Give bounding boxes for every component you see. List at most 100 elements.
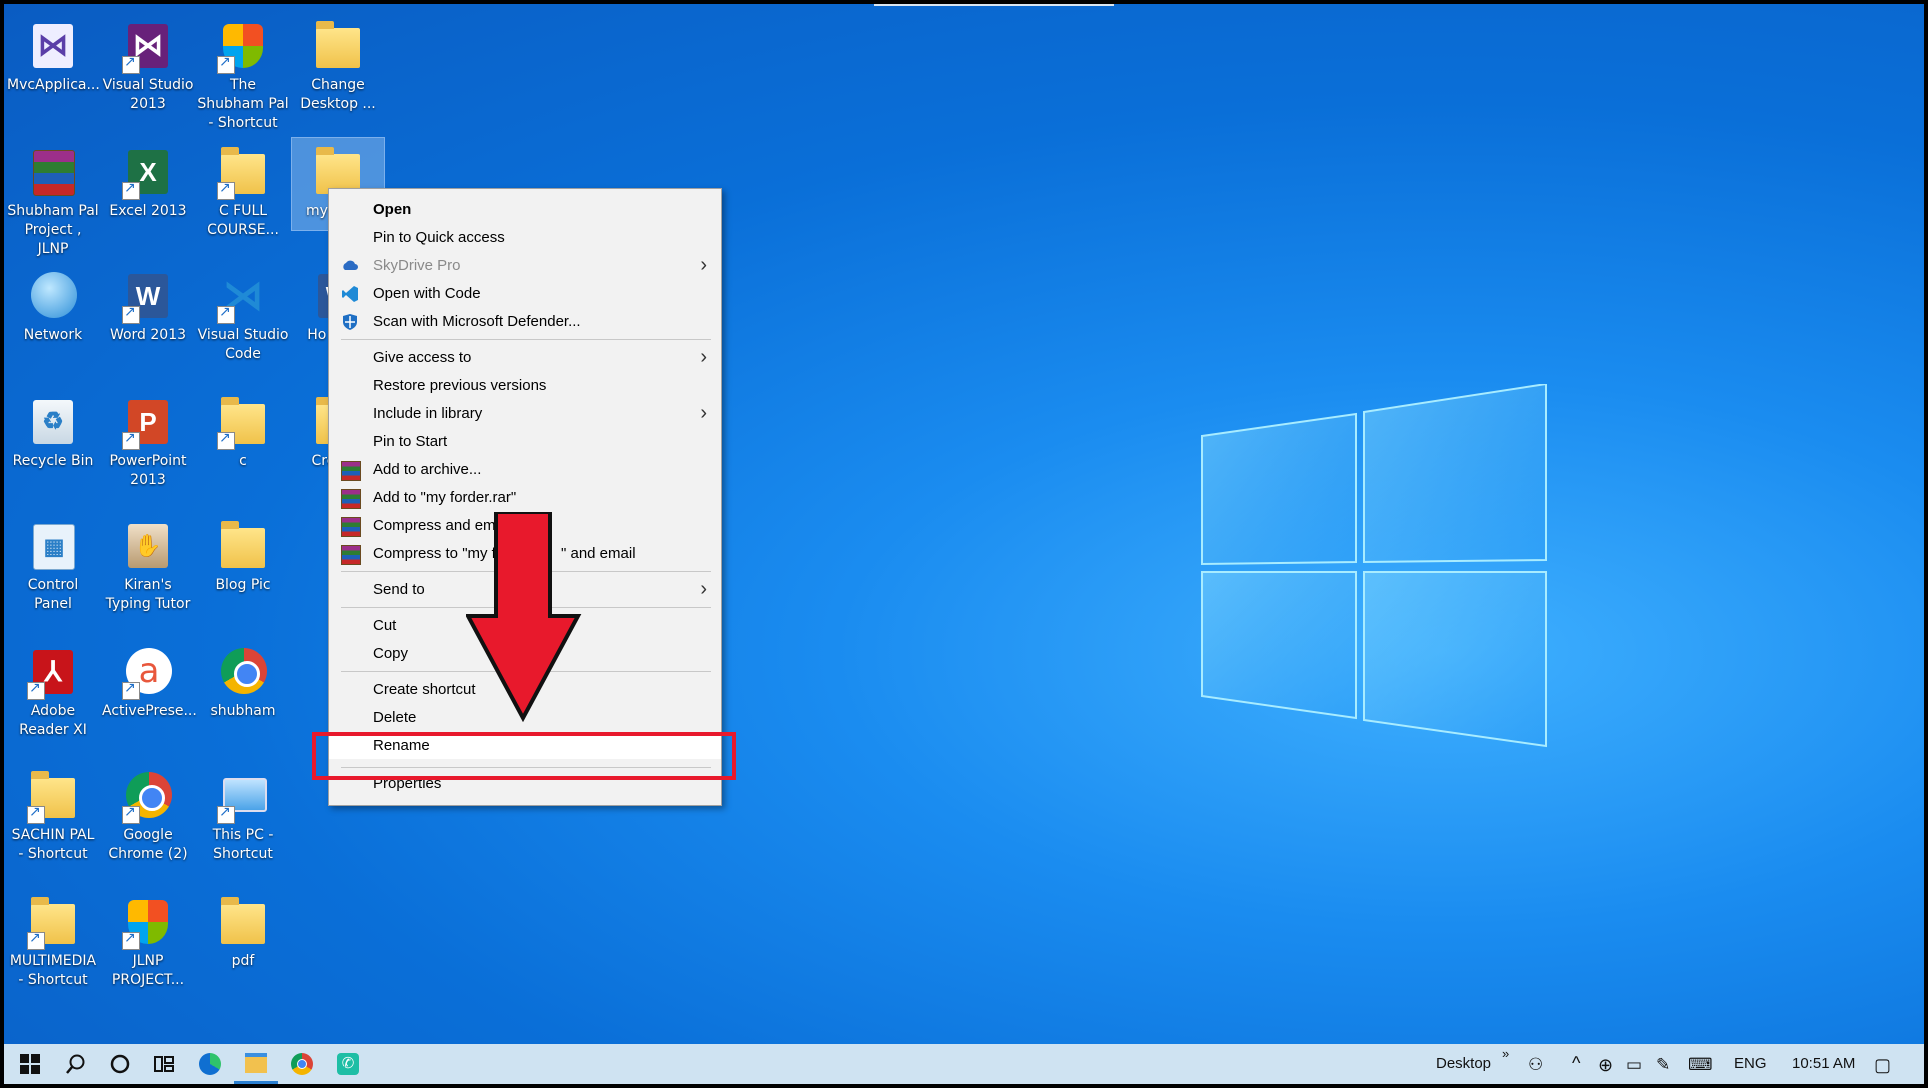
desktop-icon-the-shubham-pal[interactable]: The Shubham Pal - Shortcut (197, 12, 289, 133)
desktop-icon-excel-2013[interactable]: X Excel 2013 (102, 138, 194, 221)
cloud-icon (343, 260, 358, 270)
menu-item-label: Scan with Microsoft Defender... (373, 313, 581, 330)
control-panel-icon: ▦ (33, 524, 75, 570)
desktop-toolbar-label[interactable]: Desktop (1436, 1055, 1491, 1072)
search-icon[interactable] (54, 1044, 98, 1084)
menu-item-label: Delete (373, 709, 417, 726)
menu-item-label: SkyDrive Pro (373, 257, 461, 274)
menu-item-add-to-rar[interactable]: Add to "my forder.rar" (329, 485, 721, 511)
menu-item-label: Open (373, 201, 412, 218)
desktop-icon-label: Adobe Reader XI (19, 703, 87, 738)
visual-studio-project-icon: ⋈ (33, 24, 73, 68)
desktop-icon-label: Visual Studio Code (197, 327, 289, 362)
desktop-icon-visual-studio-2013[interactable]: ⋈ Visual Studio 2013 (102, 12, 194, 114)
desktop-icon-sachin-pal[interactable]: SACHIN PAL - Shortcut (7, 762, 99, 864)
windows-start-icon[interactable] (8, 1044, 52, 1084)
desktop-icon-google-chrome-2[interactable]: Google Chrome (2) (102, 762, 194, 864)
desktop-icon-label: Visual Studio 2013 (102, 77, 194, 112)
windows-logo-wallpaper (1201, 384, 1547, 748)
task-view-icon[interactable] (142, 1044, 186, 1084)
desktop-icon-label: MvcApplica... (7, 77, 100, 93)
rename-highlight-box (312, 732, 736, 780)
desktop-icon-label: The Shubham Pal - Shortcut (197, 77, 289, 131)
folder-icon (221, 521, 265, 568)
desktop-icon-kirans-typing-tutor[interactable]: ✋ Kiran's Typing Tutor (102, 512, 194, 614)
toolbar-chevron-icon[interactable]: » (1502, 1046, 1509, 1061)
menu-item-skydrive-pro[interactable]: SkyDrive Pro › (329, 253, 721, 279)
desktop-icon-shubham[interactable]: shubham (197, 638, 289, 721)
menu-item-label: Copy (373, 645, 409, 662)
menu-separator (341, 339, 711, 340)
menu-item-label: Pin to Quick access (373, 229, 505, 246)
menu-item-pin-quick-access[interactable]: Pin to Quick access (329, 225, 721, 251)
edge-icon[interactable] (188, 1044, 232, 1084)
chevron-right-icon: › (700, 254, 707, 276)
people-icon[interactable]: ⚇ (1528, 1055, 1543, 1075)
network-icon (31, 272, 77, 318)
desktop-icon-label: Word 2013 (109, 327, 187, 343)
window-edge-line (874, 4, 1114, 6)
desktop-icon-multimedia[interactable]: MULTIMEDIA - Shortcut (7, 888, 99, 990)
desktop-icon-c-full-course[interactable]: C FULL COURSE... (197, 138, 289, 240)
desktop-icon-control-panel[interactable]: ▦ Control Panel (7, 512, 99, 614)
desktop-icon-label: shubham (210, 703, 276, 719)
menu-item-scan-defender[interactable]: Scan with Microsoft Defender... (329, 309, 721, 335)
menu-item-add-archive[interactable]: Add to archive... (329, 457, 721, 483)
menu-item-label: Cut (373, 617, 397, 634)
desktop-icon-label: JLNP PROJECT... (111, 953, 185, 988)
menu-item-label: Pin to Start (373, 433, 448, 450)
desktop-icon-adobe-reader[interactable]: ⅄ Adobe Reader XI (7, 638, 99, 740)
menu-item-open-with-code[interactable]: Open with Code (329, 281, 721, 307)
desktop-icon-recycle-bin[interactable]: ♻ Recycle Bin (7, 388, 99, 471)
desktop-icon-activepresenter[interactable]: a ActivePrese... (102, 638, 197, 721)
clock[interactable]: 10:51 AM (1792, 1055, 1855, 1072)
desktop-icon-pdf[interactable]: pdf (197, 888, 289, 971)
winrar-icon (341, 489, 361, 509)
desktop-icon-label: Change Desktop ... (300, 77, 376, 112)
desktop-icon-c[interactable]: c (197, 388, 289, 471)
desktop-icon-shubham-pal-project[interactable]: Shubham Pal Project , JLNP (7, 138, 99, 259)
typing-tutor-icon: ✋ (128, 524, 168, 568)
desktop-icon-mvcapplica[interactable]: ⋈ MvcApplica... (7, 12, 100, 95)
desktop-icon-powerpoint-2013[interactable]: P PowerPoint 2013 (102, 388, 194, 490)
desktop-icon-this-pc[interactable]: This PC - Shortcut (197, 762, 289, 864)
menu-item-label: Give access to (373, 349, 472, 366)
desktop-icon-label: Control Panel (27, 577, 79, 612)
taskbar: ✆ Desktop » ⚇ ^ ⊕ ▭ ✎ ⌨ ENG 10:51 AM ▢ (4, 1044, 1924, 1084)
menu-item-open[interactable]: Open (329, 197, 721, 223)
menu-item-give-access[interactable]: Give access to › (329, 345, 721, 371)
red-arrow-annotation (466, 512, 582, 722)
desktop-icon-label: Network (23, 327, 83, 343)
desktop-icon-label: Excel 2013 (109, 203, 187, 219)
desktop-icon-label: This PC - Shortcut (212, 827, 274, 862)
desktop-icon-label: SACHIN PAL - Shortcut (11, 827, 95, 862)
desktop: ⋈ MvcApplica... Shubham Pal Project , JL… (4, 4, 1924, 1084)
keyboard-icon[interactable]: ⌨ (1688, 1055, 1713, 1075)
menu-item-pin-start[interactable]: Pin to Start (329, 429, 721, 455)
recycle-bin-icon: ♻ (33, 400, 73, 444)
pen-workspace-icon[interactable]: ✎ (1656, 1055, 1670, 1075)
desktop-icon-label: ActivePrese... (102, 703, 197, 719)
desktop-icon-change-desktop[interactable]: Change Desktop ... (292, 12, 384, 114)
chevron-up-icon[interactable]: ^ (1572, 1053, 1580, 1074)
globe-network-icon[interactable]: ⊕ (1598, 1055, 1613, 1076)
cortana-icon[interactable] (98, 1044, 142, 1084)
menu-item-restore-versions[interactable]: Restore previous versions (329, 373, 721, 399)
desktop-icon-network[interactable]: Network (7, 262, 99, 345)
desktop-icon-jlnp-project[interactable]: JLNP PROJECT... (102, 888, 194, 990)
file-explorer-icon[interactable] (234, 1044, 278, 1084)
desktop-icon-visual-studio-code[interactable]: ⋊ Visual Studio Code (197, 262, 289, 364)
vscode-icon (342, 286, 358, 302)
chrome-icon[interactable] (280, 1044, 324, 1084)
language-indicator[interactable]: ENG (1734, 1055, 1767, 1072)
notifications-icon[interactable]: ▢ (1874, 1055, 1891, 1076)
desktop-icon-blog-pic[interactable]: Blog Pic (197, 512, 289, 595)
menu-item-include-library[interactable]: Include in library › (329, 401, 721, 427)
menu-item-label: Include in library (373, 405, 483, 422)
desktop-icon-label: Google Chrome (2) (108, 827, 188, 862)
battery-icon[interactable]: ▭ (1626, 1055, 1642, 1075)
desktop-icon-label: C FULL COURSE... (207, 203, 279, 238)
whatsapp-icon[interactable]: ✆ (326, 1044, 370, 1084)
menu-item-label: Open with Code (373, 285, 481, 302)
desktop-icon-word-2013[interactable]: W Word 2013 (102, 262, 194, 345)
